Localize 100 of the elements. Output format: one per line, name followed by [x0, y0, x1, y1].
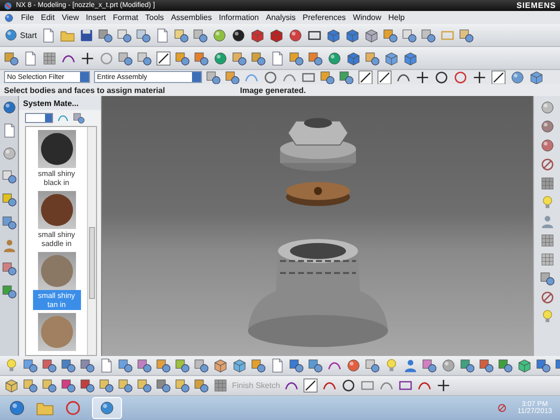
grid-icon[interactable]: [540, 176, 554, 191]
shapes-icon[interactable]: [175, 358, 190, 373]
document-icon[interactable]: [40, 28, 56, 42]
shapes-icon[interactable]: [2, 192, 16, 207]
grid-icon[interactable]: [42, 50, 57, 66]
shapes-icon[interactable]: [23, 378, 38, 393]
person-icon[interactable]: [403, 358, 418, 373]
cube-icon[interactable]: [4, 378, 19, 393]
shapes-icon[interactable]: [194, 50, 209, 66]
sphere-icon[interactable]: [346, 358, 361, 373]
cube-icon[interactable]: [517, 358, 532, 373]
shapes-icon[interactable]: [540, 271, 554, 286]
shapes-icon[interactable]: [536, 358, 551, 373]
menu-item[interactable]: Assemblies: [170, 13, 212, 22]
grid-icon[interactable]: [213, 378, 228, 393]
shapes-icon[interactable]: [458, 28, 474, 42]
scrollbar[interactable]: [87, 127, 96, 355]
document-icon[interactable]: [99, 358, 114, 373]
sphere-icon[interactable]: [213, 50, 228, 66]
cube-icon[interactable]: [326, 28, 341, 42]
menu-item[interactable]: Preferences: [302, 13, 346, 22]
shapes-icon[interactable]: [23, 358, 38, 373]
plus-icon[interactable]: [472, 70, 487, 84]
shapes-icon[interactable]: [61, 378, 76, 393]
menu-item[interactable]: File: [21, 13, 34, 22]
document-icon[interactable]: [270, 358, 285, 373]
plus-icon[interactable]: [415, 70, 430, 84]
shapes-icon[interactable]: [175, 50, 190, 66]
shapes-icon[interactable]: [137, 378, 152, 393]
nosign-icon[interactable]: [540, 290, 554, 305]
shapes-icon[interactable]: [2, 261, 16, 276]
document-icon[interactable]: [2, 123, 16, 138]
shapes-icon[interactable]: [118, 378, 133, 393]
menu-item[interactable]: Help: [388, 13, 405, 22]
shapes-icon[interactable]: [118, 358, 133, 373]
material-swatch[interactable]: [38, 252, 76, 290]
shapes-icon[interactable]: [365, 50, 380, 66]
shapes-icon[interactable]: [174, 28, 189, 42]
shapes-icon[interactable]: [4, 50, 19, 66]
shapes-icon[interactable]: [251, 50, 266, 66]
start-button[interactable]: Start: [4, 28, 37, 42]
plus-icon[interactable]: [436, 378, 452, 393]
nosign-icon[interactable]: [540, 157, 554, 172]
line-icon[interactable]: [156, 50, 171, 66]
shapes-icon[interactable]: [420, 28, 436, 42]
line-icon[interactable]: [303, 378, 318, 393]
shapes-icon[interactable]: [251, 358, 266, 373]
sphere-icon[interactable]: [99, 400, 115, 416]
shapes-icon[interactable]: [194, 378, 209, 393]
line-icon[interactable]: [377, 70, 392, 84]
shapes-icon[interactable]: [73, 112, 85, 124]
shapes-icon[interactable]: [498, 358, 513, 373]
shapes-icon[interactable]: [61, 358, 76, 373]
shapes-icon[interactable]: [2, 169, 16, 184]
menu-item[interactable]: Tools: [145, 13, 164, 22]
cube-icon[interactable]: [268, 28, 284, 42]
cube-icon[interactable]: [232, 358, 247, 373]
shapes-icon[interactable]: [308, 358, 323, 373]
document-icon[interactable]: [23, 50, 38, 66]
rectangle-icon[interactable]: [398, 378, 414, 393]
shapes-icon[interactable]: [175, 378, 190, 393]
cube-icon[interactable]: [344, 28, 360, 42]
shapes-icon[interactable]: [156, 378, 171, 393]
view-dropdown[interactable]: [25, 113, 53, 123]
shapes-icon[interactable]: [80, 358, 95, 373]
shapes-icon[interactable]: [80, 378, 95, 393]
cube-icon[interactable]: [346, 50, 361, 66]
shapes-icon[interactable]: [136, 28, 151, 42]
menu-item[interactable]: Information: [218, 13, 259, 22]
material-swatch[interactable]: [38, 313, 76, 351]
shapes-icon[interactable]: [42, 358, 57, 373]
shapes-icon[interactable]: [194, 358, 209, 373]
shapes-icon[interactable]: [137, 358, 152, 373]
shapes-icon[interactable]: [402, 28, 417, 42]
cube-icon[interactable]: [384, 50, 399, 66]
sphere-icon[interactable]: [327, 50, 342, 66]
shapes-icon[interactable]: [320, 70, 335, 84]
document-icon[interactable]: [270, 50, 285, 66]
circle-icon[interactable]: [434, 70, 449, 84]
shapes-icon[interactable]: [99, 378, 114, 393]
sphere-icon[interactable]: [288, 28, 303, 42]
shapes-icon[interactable]: [156, 358, 171, 373]
shapes-icon[interactable]: [118, 50, 133, 66]
shapes-icon[interactable]: [42, 378, 57, 393]
shapes-icon[interactable]: [289, 50, 304, 66]
shapes-icon[interactable]: [339, 70, 354, 84]
document-icon[interactable]: [154, 28, 170, 42]
shapes-icon[interactable]: [2, 284, 16, 299]
line-icon[interactable]: [358, 70, 373, 84]
cube-icon[interactable]: [250, 28, 265, 42]
shapes-icon[interactable]: [206, 70, 221, 84]
grid-icon[interactable]: [540, 233, 554, 248]
shapes-icon[interactable]: [137, 50, 152, 66]
shapes-icon[interactable]: [382, 28, 398, 42]
cube-icon[interactable]: [364, 28, 379, 42]
shapes-icon[interactable]: [2, 215, 16, 230]
shapes-icon[interactable]: [308, 50, 323, 66]
shapes-icon[interactable]: [116, 28, 132, 42]
cube-icon[interactable]: [213, 358, 228, 373]
menu-item[interactable]: Insert: [86, 13, 106, 22]
